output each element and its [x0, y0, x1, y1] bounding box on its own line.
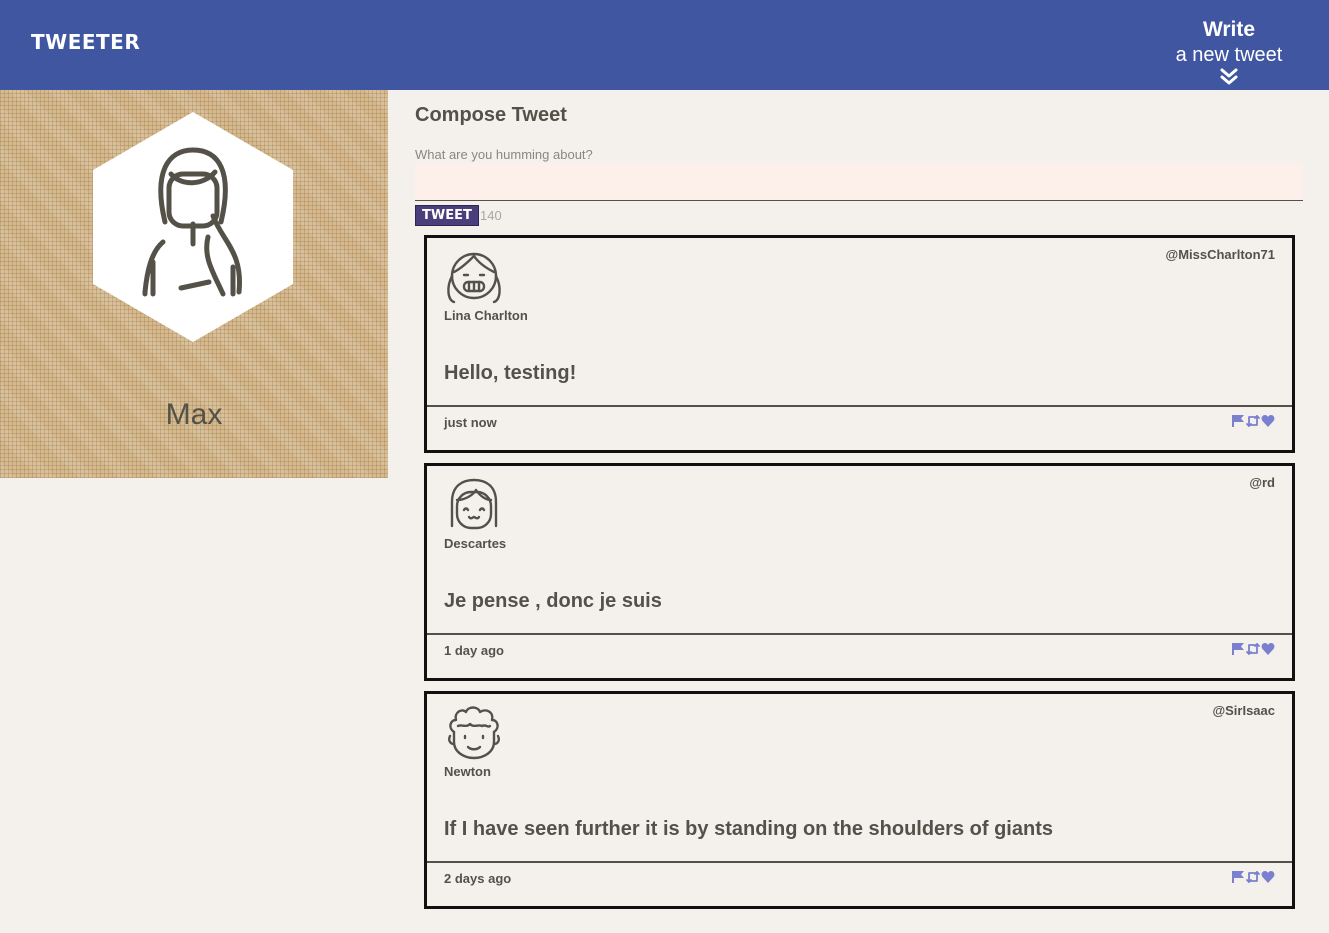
tweet-text-input[interactable]	[415, 163, 1303, 201]
profile-avatar	[93, 112, 293, 342]
tweet-timestamp: just now	[444, 415, 497, 430]
char-counter: 140	[480, 208, 502, 223]
tweet-header: Lina Charlton @MissCharlton71	[427, 238, 1292, 338]
heart-icon[interactable]	[1261, 414, 1275, 428]
tweet-author-handle[interactable]: @MissCharlton71	[1166, 247, 1275, 262]
heart-icon[interactable]	[1261, 642, 1275, 656]
tweet-content: Hello, testing!	[444, 362, 577, 384]
girl-braids-avatar-icon	[447, 252, 501, 304]
write-new-tweet-toggle[interactable]: Write a new tweet	[1159, 17, 1299, 87]
tweet-header: Newton @SirIsaac	[427, 694, 1292, 794]
nav-bar: TWEETER Write a new tweet	[0, 0, 1329, 90]
tweet-author-name: Newton	[444, 764, 491, 779]
retweet-icon[interactable]	[1246, 414, 1260, 428]
tweet-card: Descartes @rd Je pense , donc je suis 1 …	[424, 463, 1295, 681]
profile-panel: Max	[0, 90, 388, 478]
tweet-card: Lina Charlton @MissCharlton71 Hello, tes…	[424, 235, 1295, 453]
retweet-icon[interactable]	[1246, 870, 1260, 884]
tweet-actions	[1231, 414, 1275, 430]
brand-logo[interactable]: TWEETER	[31, 30, 140, 54]
tweet-footer: 2 days ago	[427, 861, 1292, 909]
tweet-content: If I have seen further it is by standing…	[444, 818, 1053, 840]
profile-name: Max	[165, 398, 223, 431]
tweet-footer: 1 day ago	[427, 633, 1292, 681]
tweet-timestamp: 2 days ago	[444, 871, 512, 886]
tweet-timestamp: 1 day ago	[444, 643, 504, 658]
tweet-footer: just now	[427, 405, 1292, 453]
tweet-submit-button[interactable]: TWEET	[415, 205, 479, 226]
compose-title: Compose Tweet	[415, 104, 567, 126]
tweet-card: Newton @SirIsaac If I have seen further …	[424, 691, 1295, 909]
double-chevron-down-icon	[1220, 68, 1238, 85]
heart-icon[interactable]	[1261, 870, 1275, 884]
tweet-author-name: Descartes	[444, 536, 507, 551]
tweet-author-handle[interactable]: @rd	[1249, 475, 1275, 490]
compose-label: What are you humming about?	[415, 147, 593, 162]
tweet-actions	[1231, 642, 1275, 658]
bob-hair-avatar-icon	[450, 478, 498, 530]
flag-icon[interactable]	[1231, 642, 1245, 656]
retweet-icon[interactable]	[1246, 642, 1260, 656]
tweet-author-name: Lina Charlton	[444, 308, 528, 323]
flag-icon[interactable]	[1231, 870, 1245, 884]
tweet-content: Je pense , donc je suis	[444, 590, 662, 612]
tweet-header: Descartes @rd	[427, 466, 1292, 566]
tweet-actions	[1231, 870, 1275, 886]
flag-icon[interactable]	[1231, 414, 1245, 428]
curly-hair-avatar-icon	[448, 706, 500, 760]
write-title: Write	[1202, 18, 1256, 41]
write-subtitle: a new tweet	[1175, 44, 1283, 66]
tweet-author-handle[interactable]: @SirIsaac	[1212, 703, 1275, 718]
